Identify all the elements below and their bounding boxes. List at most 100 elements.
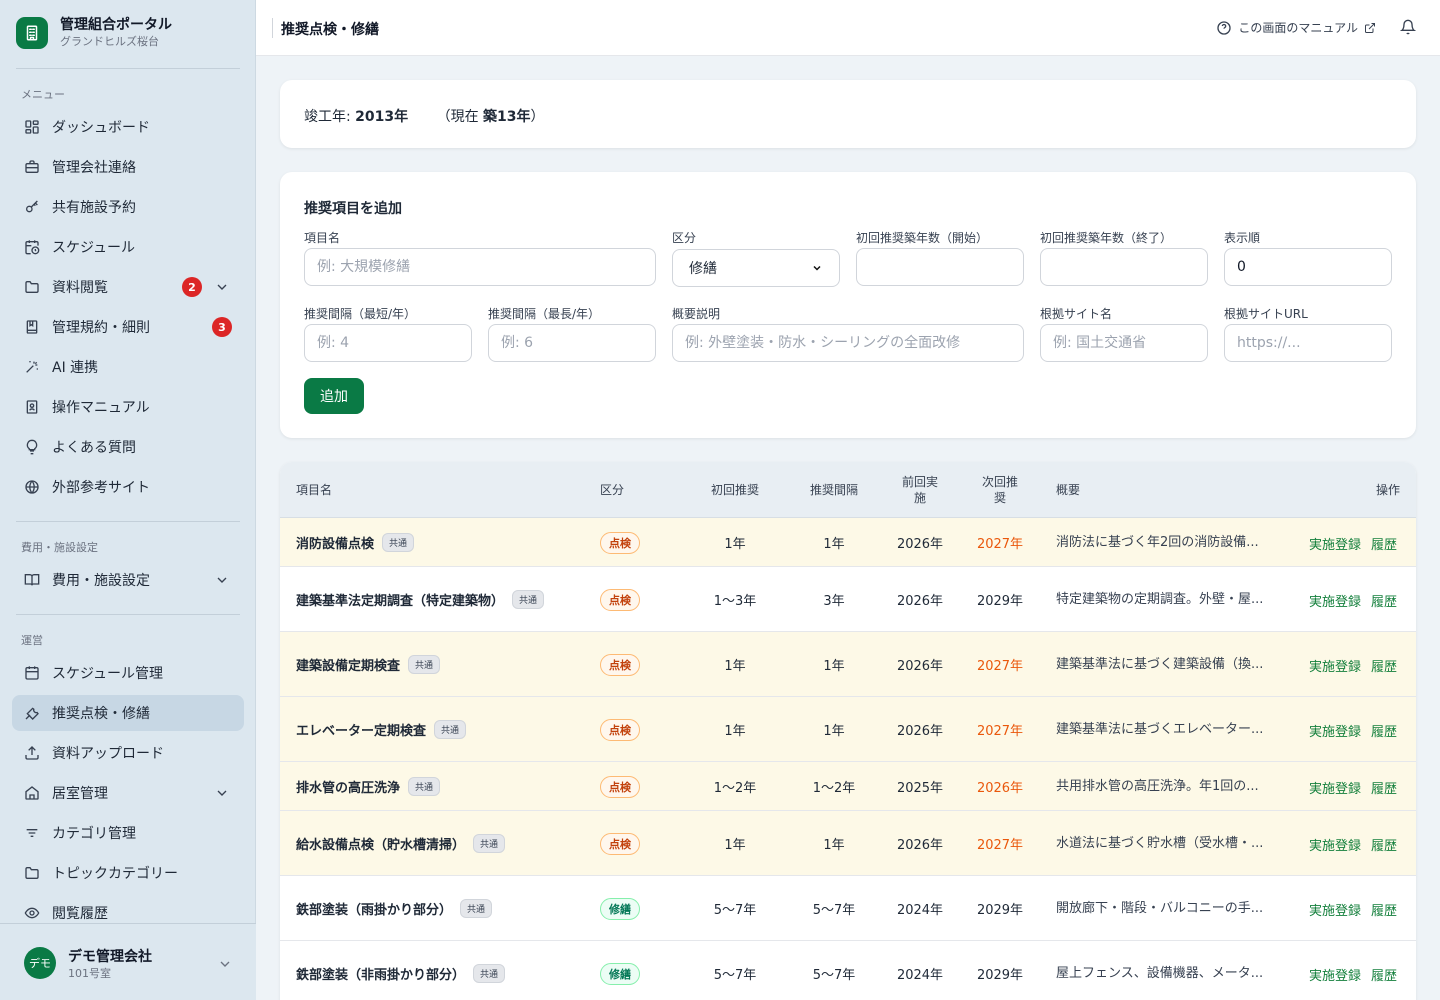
sidebar-item-external-sites[interactable]: 外部参考サイト: [12, 469, 244, 505]
first-end-input[interactable]: [1040, 248, 1208, 286]
wrench-icon: [24, 705, 40, 721]
history-button[interactable]: 履歴: [1371, 900, 1397, 919]
user-room: 101号室: [68, 967, 111, 980]
kind-badge: 修繕: [600, 897, 640, 920]
sidebar-item-cost-settings[interactable]: 費用・施設設定: [12, 562, 244, 598]
bell-icon[interactable]: [1400, 19, 1416, 35]
source-name-input[interactable]: [1040, 324, 1208, 362]
home-icon: [24, 785, 40, 801]
last-done: 2026年: [896, 537, 944, 552]
kind-badge: 点検: [600, 588, 640, 611]
sidebar-item-ai[interactable]: AI 連携: [12, 349, 244, 385]
register-button[interactable]: 実施登録: [1309, 591, 1361, 610]
history-button[interactable]: 履歴: [1371, 534, 1397, 553]
item-name: 建築設備定期検査 共通: [296, 632, 441, 697]
divider: [16, 68, 240, 69]
chevron-down-icon[interactable]: [214, 279, 230, 295]
register-button[interactable]: 実施登録: [1309, 900, 1361, 919]
register-button[interactable]: 実施登録: [1309, 656, 1361, 675]
kind-select[interactable]: 修繕: [672, 249, 840, 287]
common-tag: 共通: [408, 777, 441, 796]
sidebar-item-dashboard[interactable]: ダッシュボード: [12, 109, 244, 145]
help-circle-icon: [1217, 20, 1232, 35]
history-button[interactable]: 履歴: [1371, 965, 1397, 984]
next-recommend: 2027年: [976, 537, 1024, 552]
user-menu[interactable]: デモ デモ管理会社 101号室: [0, 923, 256, 1000]
summary-input[interactable]: [672, 324, 1024, 362]
sidebar-item-schedule[interactable]: スケジュール: [12, 229, 244, 265]
interval-min-label: 推奨間隔（最短/年）: [304, 307, 417, 321]
sidebar-item-documents[interactable]: 資料閲覧 2: [12, 269, 244, 305]
divider: [272, 18, 273, 38]
interval-min-input[interactable]: [304, 324, 472, 362]
unread-count-badge: 3: [212, 317, 232, 337]
summary-text: 特定建築物の定期調査。外壁・屋...: [1056, 591, 1264, 607]
summary-text: 屋上フェンス、設備機器、メータ...: [1056, 965, 1264, 981]
unread-count-badge: 2: [182, 277, 202, 297]
key-icon: [24, 199, 40, 215]
sidebar-item-room-management[interactable]: 居室管理: [12, 775, 244, 811]
sidebar-item-topic-category[interactable]: トピックカテゴリー: [12, 855, 244, 891]
sidebar-item-faq[interactable]: よくある質問: [12, 429, 244, 465]
common-tag: 共通: [382, 533, 415, 552]
register-button[interactable]: 実施登録: [1309, 534, 1361, 553]
section-label-ops: 運営: [21, 634, 43, 647]
register-button[interactable]: 実施登録: [1309, 835, 1361, 854]
sidebar-item-facility-booking[interactable]: 共有施設予約: [12, 189, 244, 225]
building-info-card: 竣工年: 2013年 （現在 築13年）: [280, 80, 1416, 148]
manual-icon: [24, 399, 40, 415]
source-url-input[interactable]: [1224, 324, 1392, 362]
chevron-down-icon[interactable]: [214, 785, 230, 801]
history-button[interactable]: 履歴: [1371, 721, 1397, 740]
history-button[interactable]: 履歴: [1371, 835, 1397, 854]
add-button[interactable]: 追加: [304, 378, 364, 414]
table-row: 鉄部塗装（雨掛かり部分） 共通 修繕 5〜7年 5〜7年 2024年 2029年 開放廊下・階…: [280, 876, 1416, 941]
sidebar-item-management-contact[interactable]: 管理会社連絡: [12, 149, 244, 185]
col-name: 項目名: [296, 483, 333, 497]
globe-icon: [24, 479, 40, 495]
item-name: 消防設備点検 共通: [296, 518, 415, 567]
manual-link[interactable]: この画面のマニュアル: [1216, 19, 1376, 36]
history-button[interactable]: 履歴: [1371, 656, 1397, 675]
built-year: 2013年: [355, 109, 409, 125]
order-input[interactable]: [1224, 248, 1392, 286]
filter-icon: [24, 825, 40, 841]
summary-text: 消防法に基づく年2回の消防設備...: [1056, 534, 1259, 550]
form-title: 推奨項目を追加: [304, 201, 402, 217]
history-button[interactable]: 履歴: [1371, 778, 1397, 797]
chevron-down-icon[interactable]: [217, 956, 233, 972]
sidebar-item-category-management[interactable]: カテゴリ管理: [12, 815, 244, 851]
section-label-menu: メニュー: [21, 88, 65, 101]
item-name-text: 鉄部塗装（非雨掛かり部分）: [296, 968, 466, 983]
common-tag: 共通: [473, 964, 506, 983]
sidebar-item-inspection-repair[interactable]: 推奨点検・修繕: [12, 695, 244, 731]
source-name-label: 根拠サイト名: [1040, 307, 1113, 321]
sidebar-item-bylaws[interactable]: 管理規約・細則 3: [12, 309, 244, 345]
table-header: 項目名 区分 初回推奨 推奨間隔 前回実施 次回推奨 概要 操作: [280, 462, 1416, 518]
item-name: 鉄部塗装（雨掛かり部分） 共通: [296, 876, 493, 941]
brand[interactable]: 管理組合ポータル グランドヒルズ桜台: [16, 16, 172, 49]
col-summary: 概要: [1056, 483, 1081, 497]
common-tag: 共通: [512, 590, 545, 609]
building-age-value: 築13年: [483, 109, 531, 125]
sidebar-item-label: カテゴリ管理: [52, 826, 136, 842]
interval-max-input[interactable]: [488, 324, 656, 362]
interval-max-label: 推奨間隔（最長/年）: [488, 307, 601, 321]
register-button[interactable]: 実施登録: [1309, 965, 1361, 984]
sidebar-item-label: 管理規約・細則: [52, 320, 150, 336]
sidebar-item-upload[interactable]: 資料アップロード: [12, 735, 244, 771]
register-button[interactable]: 実施登録: [1309, 778, 1361, 797]
chevron-down-icon[interactable]: [214, 572, 230, 588]
first-start-input[interactable]: [856, 248, 1024, 286]
item-name-text: 建築設備定期検査: [296, 659, 401, 674]
sidebar-item-schedule-management[interactable]: スケジュール管理: [12, 655, 244, 691]
sidebar-item-manual[interactable]: 操作マニュアル: [12, 389, 244, 425]
item-name-text: 鉄部塗装（雨掛かり部分）: [296, 903, 453, 918]
register-button[interactable]: 実施登録: [1309, 721, 1361, 740]
item-name-input[interactable]: [304, 248, 656, 286]
kind-badge: 点検: [600, 653, 640, 676]
kind-badge: 点検: [600, 832, 640, 855]
history-button[interactable]: 履歴: [1371, 591, 1397, 610]
kind-select-value: 修繕: [689, 261, 717, 277]
kind-badge: 点検: [600, 775, 640, 798]
